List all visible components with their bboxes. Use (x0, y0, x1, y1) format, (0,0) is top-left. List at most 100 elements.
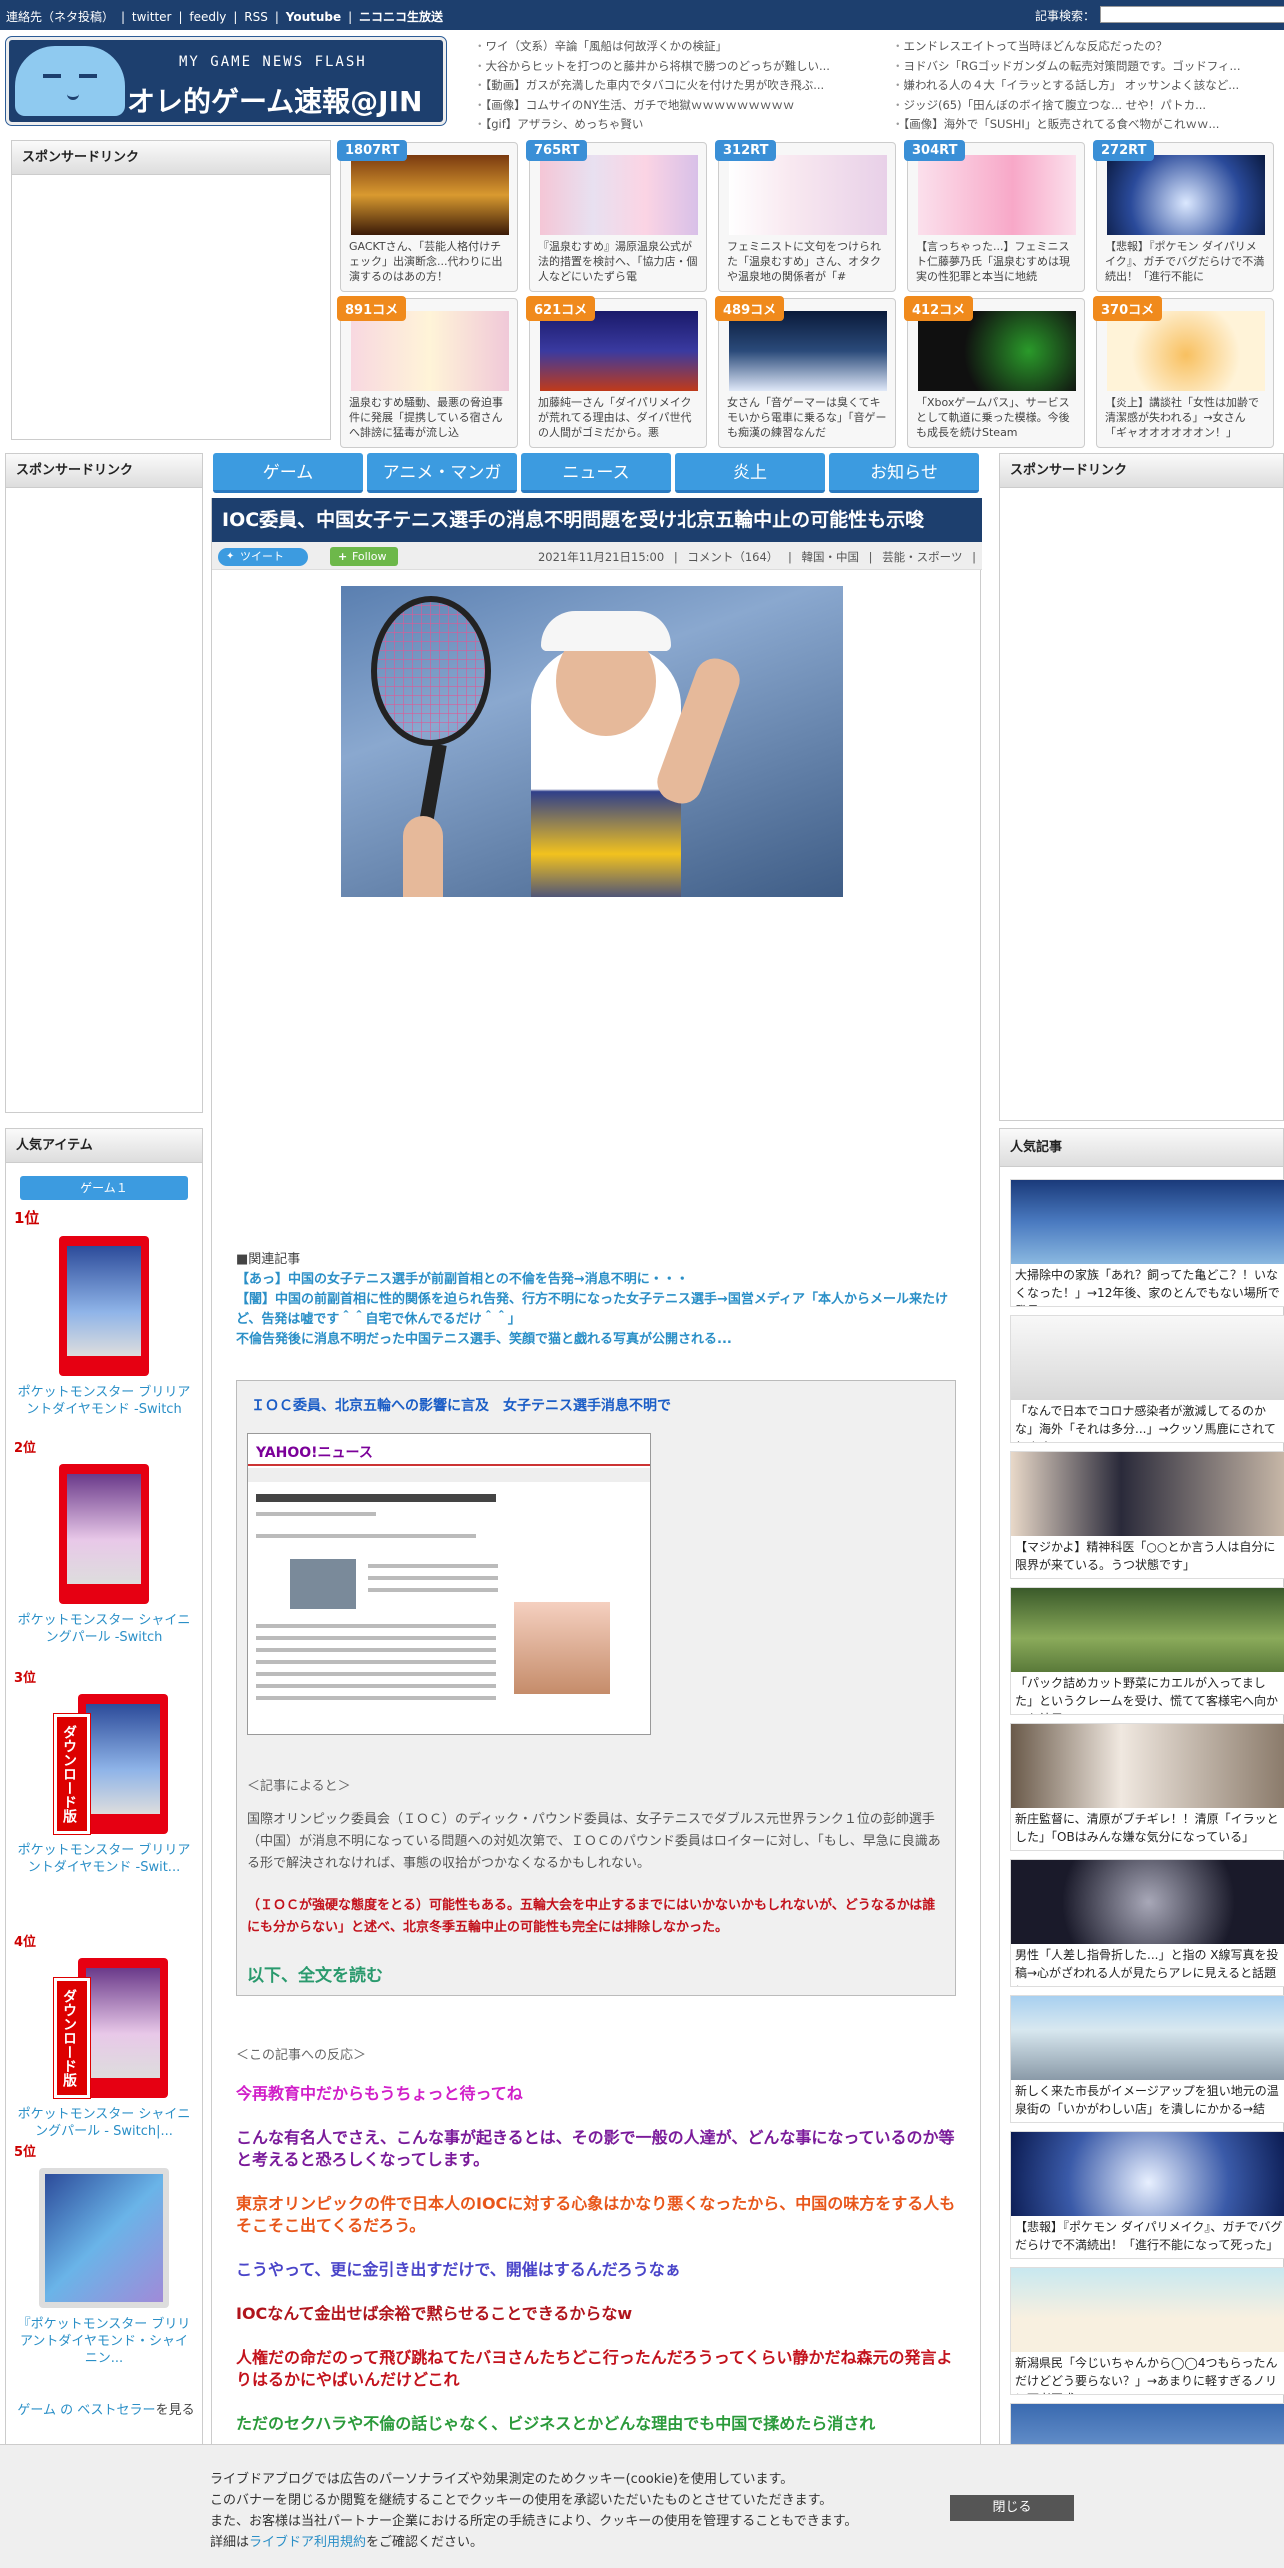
popular-article[interactable]: 新潟県民「今じいちゃんから◯◯4つもらったんだけどどう要らない？」→あまりに軽す… (1010, 2267, 1284, 2395)
close-button[interactable]: 閉じる (950, 2495, 1074, 2521)
tweet-button[interactable]: ツイート (218, 548, 308, 566)
site-logo[interactable]: MY GAME NEWS FLASH オレ的ゲーム速報@JIN (5, 36, 447, 126)
popular-article[interactable]: 男性「人差し指骨折した...」と指の X線写真を投稿→心がざわれる人が見たらアレ… (1010, 1859, 1284, 1987)
popular-article-title[interactable]: 「パック詰めカット野菜にカエルが入ってました」というクレームを受け、慌てて客様宅… (1015, 1674, 1283, 1714)
category-link[interactable]: 芸能・スポーツ (882, 550, 962, 564)
headline-link[interactable]: エンドレスエイトって当時ほどんな反応だったの？ (892, 37, 1278, 57)
search-input[interactable] (1100, 6, 1284, 23)
comment-card[interactable]: 412コメ 「Xboxゲームパス」、サービスとして軌道に乗った模様。今後も成長を… (904, 296, 1085, 448)
quote-heading[interactable]: ＩＯＣ委員、北京五輪への影響に言及 女子テニス選手消息不明で (251, 1395, 671, 1415)
related-link[interactable]: 【あっ】中国の女子テニス選手が前副首相との不倫を告発→消息不明に・・・ (236, 1270, 956, 1290)
bestseller-suffix: を見る (155, 2403, 195, 2418)
read-more-link[interactable]: 以下、全文を読む (247, 1961, 383, 1986)
card-thumbnail (729, 155, 887, 235)
tab-game[interactable]: ゲーム (213, 453, 363, 493)
comment-card[interactable]: 621コメ 加藤純一さん「ダイパリメイクが荒れてる理由は、ダイパ世代の人間がゴミ… (526, 296, 707, 448)
comment-count-link[interactable]: コメント（164） (687, 550, 778, 564)
headline-link[interactable]: 【動画】ガスが充満した車内でタバコに火を付けた男が吹き飛ぶ... (474, 76, 864, 96)
cookie-line: また、お客様は当社パートナー企業における所定の手続きにより、クッキーの使用を管理… (210, 2514, 858, 2529)
terms-link[interactable]: ライブドア利用規約 (249, 2535, 366, 2550)
product-name[interactable]: ポケットモンスター ブリリアントダイヤモンド -Switch (14, 1384, 194, 1418)
rt-badge: 312RT (715, 140, 777, 161)
headline-link[interactable]: 【画像】コムサイのNY生活、ガチで地獄ｗｗｗｗｗｗｗｗｗ (474, 96, 864, 116)
headline-link[interactable]: ヨドバシ「RGゴッドガンダムの転売対策問題です。ゴッドフィ... (892, 57, 1278, 77)
popular-article[interactable]: 【マジかよ】精神科医「○○とか言う人は自分に限界が来ている。うつ状態です」 (1010, 1451, 1284, 1579)
twitter-link[interactable]: twitter (132, 10, 172, 24)
comment-badge: 621コメ (526, 296, 596, 321)
category-link[interactable]: 韓国・中国 (802, 550, 860, 564)
card-thumbnail (918, 311, 1076, 391)
popular-article[interactable]: 大掃除中の家族「あれ？飼ってた亀どこ？！いなくなった！」→12年後、家のとんでも… (1010, 1179, 1284, 1307)
logo-subtitle: MY GAME NEWS FLASH (179, 54, 367, 70)
rank-label: 2位 (14, 1441, 37, 1456)
headline-link[interactable]: 嫌われる人の４大「イラッとする話し方」 オッサンよく該など... (892, 76, 1278, 96)
comment-badge: 412コメ (904, 296, 974, 321)
popular-article[interactable]: 「なんで日本でコロナ感染者が激減してるのかな」海外「それは多分...」→クッソ馬… (1010, 1315, 1284, 1443)
tab-flame[interactable]: 炎上 (675, 453, 825, 493)
related-articles: ■関連記事 【あっ】中国の女子テニス選手が前副首相との不倫を告発→消息不明に・・… (236, 1250, 956, 1350)
headline-link[interactable]: 【画像】海外で「SUSHI」と販売されてる食べ物がこれｗｗ... (892, 115, 1278, 135)
ranked-item[interactable]: 1位 ポケットモンスター ブリリアントダイヤモンド -Switch (14, 1207, 194, 1418)
product-image (59, 1236, 149, 1376)
popular-article-title[interactable]: 新庄監督に、清原がブチギレ！！清原「イラッとした」「OBはみんな嫌な気分になって… (1015, 1810, 1283, 1850)
headline-link[interactable]: ジッジ(65)「田んぼのボイ捨て腹立つな... せや！パトカ... (892, 96, 1278, 116)
contact-link[interactable]: 連絡先（ネタ投稿） (6, 10, 114, 24)
comment-card[interactable]: 489コメ 女さん「音ゲーマーは臭くてキモいから電車に乗るな」「音ゲー も痴漢の… (715, 296, 896, 448)
headline-link[interactable]: 【gif】アザラシ、めっちゃ賢い (474, 115, 864, 135)
ranked-item[interactable]: 4位 ダウンロード版 ポケットモンスター シャイニングパール - Switch|… (14, 1931, 194, 2140)
rt-card[interactable]: 312RT フェミニストに文句をつけられた「温泉むすめ」さん、オタクや温泉地の関… (715, 140, 896, 292)
popular-article-title[interactable]: 「なんで日本でコロナ感染者が激減してるのかな」海外「それは多分...」→クッソ馬… (1015, 1402, 1283, 1442)
headline-link[interactable]: ワイ（文系）辛論「風船は何故浮くかの検証」 (474, 37, 864, 57)
cookie-line: 詳細はライブドア利用規約をご確認ください。 (210, 2532, 950, 2553)
related-link[interactable]: 不倫告発後に消息不明だった中国テニス選手、笑顔で猫と戯れる写真が公開される... (236, 1330, 956, 1350)
rt-card[interactable]: 304RT 【言っちゃった...】フェミニスト仁藤夢乃氏「温泉むすめは現実の性犯… (904, 140, 1085, 292)
article: IOC委員、中国女子テニス選手の消息不明問題を受け北京五輪中止の可能性も示唆 ツ… (211, 498, 982, 2568)
reaction-comment: ただのセクハラや不倫の話じゃなく、ビジネスとかどんな理由でも中国で揉めたら消され (236, 2414, 876, 2433)
product-name[interactable]: ポケットモンスター シャイニングパール - Switch|... (14, 2106, 194, 2140)
popular-article[interactable]: 【悲報】『ポケモン ダイパリメイク』、ガチでバグだらけで不満続出！「進行不能にな… (1010, 2131, 1284, 2259)
popular-article-title[interactable]: 【マジかよ】精神科医「○○とか言う人は自分に限界が来ている。うつ状態です」 (1015, 1538, 1283, 1578)
comment-card[interactable]: 891コメ 温泉むすめ騒動、最悪の脅迫事件に発展「提携している宿さんへ誹謗に猛毒… (337, 296, 518, 448)
popular-items: 人気アイテム ゲーム１ 1位 ポケットモンスター ブリリアントダイヤモンド -S… (5, 1128, 203, 2568)
tab-news[interactable]: ニュース (521, 453, 671, 493)
article-thumbnail (1011, 1180, 1284, 1264)
tab-anime-manga[interactable]: アニメ・マンガ (367, 453, 517, 493)
tab-info[interactable]: お知らせ (829, 453, 979, 493)
popular-article[interactable]: 新庄監督に、清原がブチギレ！！清原「イラッとした」「OBはみんな嫌な気分になって… (1010, 1723, 1284, 1851)
article-hero-image (341, 586, 843, 897)
feedly-link[interactable]: feedly (189, 10, 226, 24)
rt-card[interactable]: 1807RT GACKTさん、「芸能人格付けチェック」出演断念...代わりに出演… (337, 140, 518, 292)
product-name[interactable]: ポケットモンスター シャイニングパール -Switch (14, 1612, 194, 1646)
popular-article-title[interactable]: 新しく来た市長がイメージアップを狙い地元の温泉街の「いかがわしい店」を潰しにかか… (1015, 2082, 1283, 2122)
cookie-post: をご確認ください。 (366, 2535, 484, 2550)
product-name[interactable]: 『ポケットモンスター ブリリアントダイヤモンド・シャイニン... (14, 2316, 194, 2367)
popular-items-heading: 人気アイテム (6, 1129, 202, 1163)
ranked-item[interactable]: 3位 ダウンロード版 ポケットモンスター ブリリアントダイヤモンド -Swit.… (14, 1667, 194, 1876)
popular-article-title[interactable]: 男性「人差し指骨折した...」と指の X線写真を投稿→心がざわれる人が見たらアレ… (1015, 1946, 1283, 1986)
category-tab[interactable]: ゲーム１ (20, 1176, 188, 1200)
ranked-item[interactable]: 2位 ポケットモンスター シャイニングパール -Switch (14, 1437, 194, 1646)
popular-article[interactable]: 「パック詰めカット野菜にカエルが入ってました」というクレームを受け、慌てて客様宅… (1010, 1587, 1284, 1715)
related-label: ■関連記事 (236, 1252, 301, 1267)
headline-link[interactable]: 大谷からヒットを打つのと藤井から将棋で勝つのどっちが難しい... (474, 57, 864, 77)
youtube-link[interactable]: Youtube (286, 10, 341, 24)
niconico-link[interactable]: ニコニコ生放送 (359, 10, 443, 24)
comment-card[interactable]: 370コメ 【炎上】講談社「女性は加齢で清潔感が失われる」→女さん「ギャオオオオ… (1093, 296, 1274, 448)
bestseller-link[interactable]: ゲーム の ベストセラーを見る (16, 2399, 196, 2418)
rt-card[interactable]: 272RT 【悲報】『ポケモン ダイパリメイク』、ガチでバグだらけで不満続出！「… (1093, 140, 1274, 292)
popular-article[interactable]: 新しく来た市長がイメージアップを狙い地元の温泉街の「いかがわしい店」を潰しにかか… (1010, 1995, 1284, 2123)
related-link[interactable]: 【闇】中国の前副首相に性的関係を迫られ告発、行方不明になった女子テニス選手→国営… (236, 1290, 956, 1330)
card-caption: 加藤純一さん「ダイパリメイクが荒れてる理由は、ダイパ世代の人間がゴミだから。悪 (538, 396, 692, 439)
rt-card[interactable]: 765RT 『温泉むすめ』湯原温泉公式が法的措置を検討へ、「協力店・個人などにい… (526, 140, 707, 292)
cookie-text: ライブドアブログでは広告のパーソナライズや効果測定のためクッキー(cookie)… (210, 2469, 950, 2553)
reaction-comment: 今再教育中だからもうちょっと待ってね (236, 2084, 523, 2103)
bestseller-link-text[interactable]: ゲーム の ベストセラー (17, 2403, 155, 2418)
card-thumbnail (1107, 311, 1265, 391)
product-name[interactable]: ポケットモンスター ブリリアントダイヤモンド -Swit... (14, 1842, 194, 1876)
popular-article-title[interactable]: 新潟県民「今じいちゃんから◯◯4つもらったんだけどどう要らない？」→あまりに軽す… (1015, 2354, 1283, 2394)
popular-article-title[interactable]: 【悲報】『ポケモン ダイパリメイク』、ガチでバグだらけで不満続出！「進行不能にな… (1015, 2218, 1283, 2258)
follow-button[interactable]: Follow (330, 547, 398, 566)
rss-link[interactable]: RSS (244, 10, 268, 24)
ranked-item[interactable]: 5位 『ポケットモンスター ブリリアントダイヤモンド・シャイニン... (14, 2141, 194, 2367)
popular-article-title[interactable]: 大掃除中の家族「あれ？飼ってた亀どこ？！いなくなった！」→12年後、家のとんでも… (1015, 1266, 1283, 1306)
